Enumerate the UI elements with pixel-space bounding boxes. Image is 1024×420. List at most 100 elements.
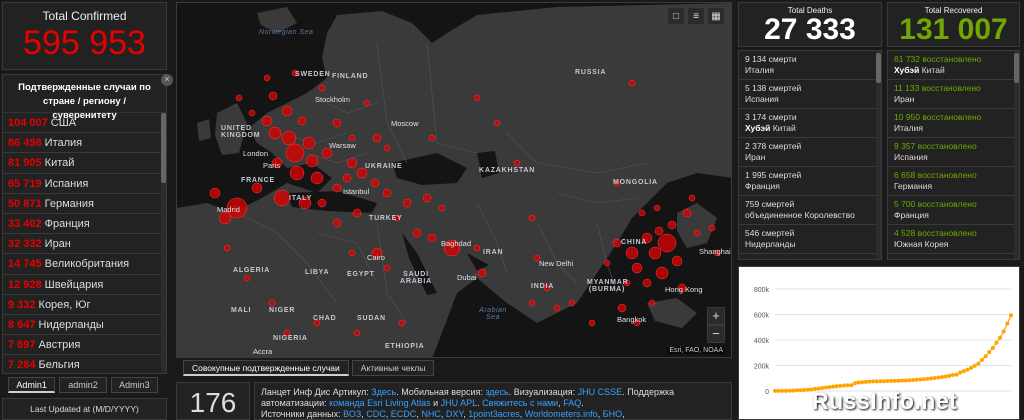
chart-point[interactable] <box>943 374 948 379</box>
country-row[interactable]: 86 498 Италия <box>3 133 163 154</box>
country-row[interactable]: 9 332 Корея, Юг <box>3 295 163 315</box>
recovered-row[interactable]: 6 658 восстановлено Германия <box>888 167 1019 196</box>
chart-point[interactable] <box>874 379 879 384</box>
world-map[interactable]: Norwegian Sea RUSSIA SWEDEN FINLAND Stoc… <box>176 2 732 358</box>
chart-point[interactable] <box>878 379 883 384</box>
chart-point[interactable] <box>1001 329 1006 334</box>
chart-point[interactable] <box>929 376 934 381</box>
chart-point[interactable] <box>1009 313 1013 318</box>
chart-point[interactable] <box>860 380 865 385</box>
zoom-out-button[interactable]: − <box>707 325 725 343</box>
chart-point[interactable] <box>979 358 984 363</box>
chart-point[interactable] <box>798 388 803 393</box>
jhu-csse-link[interactable]: JHU CSSE <box>578 387 623 397</box>
chart-point[interactable] <box>780 388 785 393</box>
country-row[interactable]: 7 284 Бельгия <box>3 355 163 373</box>
chart-point[interactable] <box>871 379 876 384</box>
country-row[interactable]: 32 332 Иран <box>3 234 163 255</box>
tab-cumulative-confirmed[interactable]: Совокупные подтвержденные случаи <box>183 360 349 376</box>
country-row[interactable]: 8 647 Нидерланды <box>3 315 163 336</box>
chart-point[interactable] <box>936 375 941 380</box>
chart-point[interactable] <box>983 354 988 359</box>
country-row[interactable]: 65 719 Испания <box>3 174 163 194</box>
recovered-row[interactable]: 9 357 восстановлено Испания <box>888 138 1019 167</box>
chart-point[interactable] <box>787 388 792 393</box>
chart-point[interactable] <box>961 369 966 374</box>
chart-point[interactable] <box>773 388 777 393</box>
zoom-in-button[interactable]: + <box>707 307 725 325</box>
country-row[interactable]: 33 402 Франция <box>3 214 163 235</box>
deaths-row[interactable]: 3 174 смерти Хубэй Китай <box>739 109 881 138</box>
chart-point[interactable] <box>841 383 846 388</box>
expand-icon[interactable]: × <box>161 74 173 86</box>
chart-point[interactable] <box>783 388 788 393</box>
country-row[interactable]: 14 745 Великобритания <box>3 254 163 275</box>
grid-icon[interactable]: ▦ <box>707 7 725 25</box>
chart-point[interactable] <box>907 378 912 383</box>
deaths-row[interactable]: 759 смертей объединенное Королевство <box>739 196 881 225</box>
chart-point[interactable] <box>881 379 886 384</box>
chart-point[interactable] <box>852 381 857 386</box>
chart-point[interactable] <box>947 373 952 378</box>
country-row[interactable]: 104 007 США <box>3 113 163 134</box>
country-row[interactable]: 7 697 Австрия <box>3 335 163 356</box>
deaths-row[interactable]: 1 995 смертей Франция <box>739 167 881 196</box>
chart-point[interactable] <box>954 372 959 377</box>
chart-point[interactable] <box>940 374 945 379</box>
deaths-row[interactable]: 5 138 смертей Испания <box>739 80 881 109</box>
esri-team-link[interactable]: команда Esri Living Atlas <box>329 398 431 408</box>
chart-point[interactable] <box>965 367 970 372</box>
recovered-row[interactable]: 10 950 восстановлено Италия <box>888 109 1019 138</box>
nhc-link[interactable]: NHC <box>421 409 441 419</box>
worldometers-link[interactable]: Worldometers.info <box>525 409 598 419</box>
chart-point[interactable] <box>998 335 1003 340</box>
cdc-link[interactable]: CDC <box>366 409 386 419</box>
chart-point[interactable] <box>921 377 926 382</box>
chart-point[interactable] <box>802 387 807 392</box>
chart-point[interactable] <box>791 388 796 393</box>
chart-point[interactable] <box>794 388 799 393</box>
bookmark-icon[interactable]: □ <box>667 7 685 25</box>
chart-point[interactable] <box>976 361 981 366</box>
chart-point[interactable] <box>845 383 850 388</box>
country-row[interactable]: 50 871 Германия <box>3 194 163 214</box>
chart-point[interactable] <box>863 379 868 384</box>
jhu-apl-link[interactable]: JHU APL <box>441 398 478 408</box>
faq-link[interactable]: FAQ <box>563 398 581 408</box>
deaths-row[interactable]: 546 смертей Нидерланды <box>739 225 881 254</box>
chart-point[interactable] <box>994 340 999 345</box>
tab-admin3[interactable]: Admin3 <box>110 377 158 393</box>
chart-point[interactable] <box>892 378 897 383</box>
contact-link[interactable]: Свяжитесь с нами <box>482 398 558 408</box>
recovered-row[interactable]: 5 700 восстановлено Франция <box>888 196 1019 225</box>
recovered-row[interactable]: 4 528 восстановлено Южная Корея <box>888 225 1019 254</box>
ecdc-link[interactable]: ECDC <box>391 409 417 419</box>
chart-point[interactable] <box>914 377 919 382</box>
chart-point[interactable] <box>903 378 908 383</box>
chart-point[interactable] <box>900 378 905 383</box>
recovered-row[interactable]: 61 732 восстановлено Хубэй Китай <box>888 51 1019 80</box>
country-row[interactable]: 12 928 Швейцария <box>3 275 163 295</box>
chart-point[interactable] <box>867 379 872 384</box>
who-link[interactable]: ВОЗ <box>343 409 361 419</box>
tab-admin2[interactable]: admin2 <box>59 377 107 393</box>
chart-point[interactable] <box>969 365 974 370</box>
chart-point[interactable] <box>958 370 963 375</box>
chart-point[interactable] <box>950 372 955 377</box>
dxy-link[interactable]: DXY <box>446 409 463 419</box>
chart-point[interactable] <box>805 387 810 392</box>
1point3acres-link[interactable]: 1point3acres <box>468 409 520 419</box>
deaths-row[interactable]: 2 378 смертей Иран <box>739 138 881 167</box>
mobile-version-link[interactable]: здесь <box>485 387 508 397</box>
recovered-row[interactable]: 11 133 восстановлено Иран <box>888 80 1019 109</box>
chart-point[interactable] <box>896 378 901 383</box>
chart-point[interactable] <box>987 350 992 355</box>
chart-point[interactable] <box>972 363 977 368</box>
chart-point[interactable] <box>925 376 930 381</box>
chart-point[interactable] <box>849 383 854 388</box>
chart-point[interactable] <box>990 346 995 351</box>
chart-point[interactable] <box>932 376 937 381</box>
chart-point[interactable] <box>885 378 890 383</box>
recovered-scrollbar[interactable] <box>1014 51 1019 259</box>
bno-link[interactable]: БНО <box>603 409 622 419</box>
